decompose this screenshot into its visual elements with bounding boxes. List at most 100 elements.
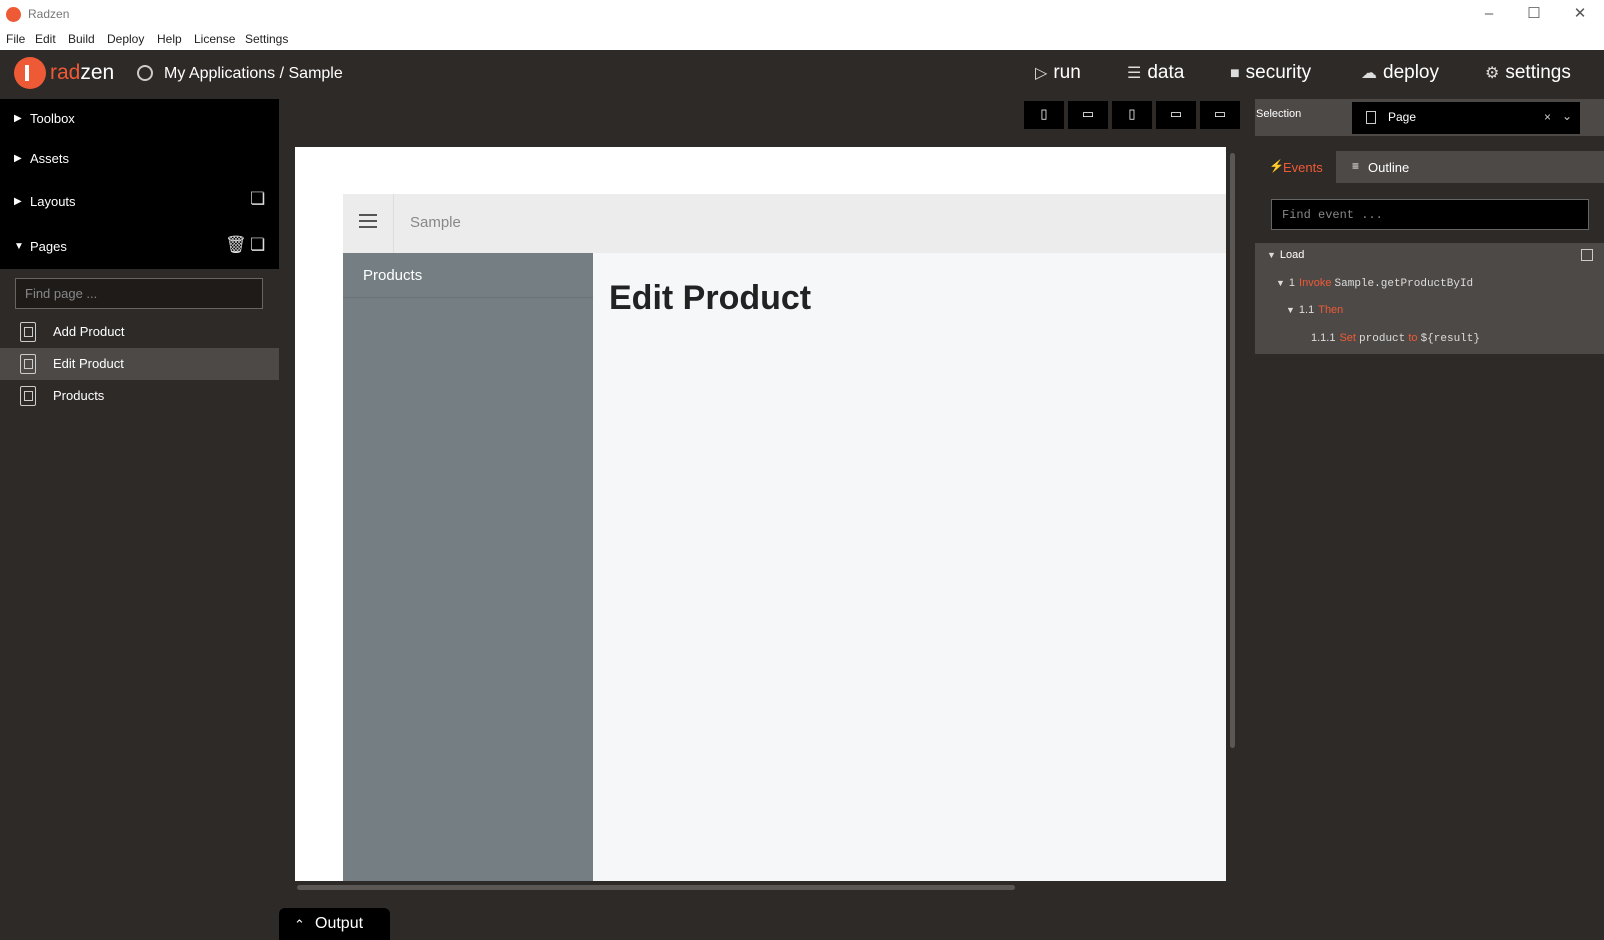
radzen-brand-icon[interactable]: [14, 57, 46, 89]
add-layout-icon[interactable]: ❏: [250, 189, 265, 209]
pages-label: Pages: [30, 239, 67, 254]
page-item-add-product[interactable]: Add Product: [0, 316, 279, 348]
menu-bar: File Edit Build Deploy Help License Sett…: [0, 29, 1604, 50]
settings-button[interactable]: ⚙ settings: [1485, 62, 1571, 84]
event-action-then[interactable]: ▼ 1.1 Then: [1286, 304, 1343, 316]
page-item-label: Edit Product: [53, 356, 124, 371]
output-label: Output: [315, 915, 364, 932]
menu-edit[interactable]: Edit: [35, 32, 56, 46]
add-page-icon[interactable]: ❏: [250, 235, 265, 255]
brand-prefix: rad: [50, 61, 81, 84]
event-action-invoke[interactable]: ▼ 1 Invoke Sample.getProductById: [1276, 277, 1473, 290]
window-titlebar: Radzen – ☐ ✕: [0, 0, 1604, 29]
dashboard-icon[interactable]: [137, 65, 153, 81]
edit-icon[interactable]: [1581, 249, 1593, 261]
selection-dropdown[interactable]: Page × ⌄: [1352, 102, 1580, 134]
event-load-label: Load: [1279, 249, 1305, 261]
assets-section-header[interactable]: ▶ Assets: [0, 139, 279, 179]
deploy-label: deploy: [1383, 62, 1439, 83]
design-canvas[interactable]: Sample Products Edit Product: [295, 147, 1226, 881]
preview-sidebar-item-label: Products: [363, 267, 423, 284]
page-icon: [20, 354, 36, 374]
minimize-icon[interactable]: –: [1467, 4, 1511, 26]
action-target: Sample.getProductById: [1334, 278, 1474, 290]
action-keyword: Set: [1339, 332, 1356, 344]
tab-outline[interactable]: ≡ Outline: [1336, 151, 1446, 183]
selection-value: Page: [1388, 110, 1417, 124]
menu-help[interactable]: Help: [157, 32, 182, 46]
event-action-set[interactable]: 1.1.1 Set product to ${result}: [1311, 332, 1480, 345]
maximize-icon[interactable]: ☐: [1512, 4, 1556, 26]
security-label: security: [1245, 62, 1312, 83]
hamburger-menu-icon[interactable]: [359, 214, 377, 230]
run-label: run: [1053, 62, 1081, 83]
action-keyword: Then: [1318, 304, 1344, 316]
set-value: ${result}: [1420, 333, 1480, 345]
lightning-icon: ⚡: [1269, 159, 1284, 173]
menu-file[interactable]: File: [6, 32, 25, 46]
pages-section-header[interactable]: ▼ Pages 🗑 ❏: [0, 223, 279, 269]
expand-icon: ▶: [14, 153, 22, 164]
menu-build[interactable]: Build: [68, 32, 95, 46]
tablet-portrait-icon[interactable]: ▯: [1112, 101, 1152, 129]
set-variable-name: product: [1359, 333, 1406, 345]
canvas-horizontal-scrollbar[interactable]: [297, 885, 1015, 890]
menu-settings[interactable]: Settings: [245, 32, 288, 46]
layouts-section-header[interactable]: ▶ Layouts ❏: [0, 179, 279, 223]
page-item-edit-product[interactable]: Edit Product: [0, 348, 279, 380]
security-button[interactable]: ■ security: [1230, 62, 1311, 84]
deploy-button[interactable]: ☁ deploy: [1361, 62, 1439, 84]
set-to-keyword: to: [1408, 332, 1418, 344]
preview-sidebar: Products: [343, 253, 593, 881]
menu-deploy[interactable]: Deploy: [107, 32, 144, 46]
left-panel: ▶ Toolbox ▶ Assets ▶ Layouts ❏ ▼ Pages 🗑…: [0, 99, 279, 940]
laptop-icon[interactable]: ▭: [1156, 101, 1196, 129]
window-title: Radzen: [28, 7, 70, 21]
clear-icon[interactable]: ×: [1544, 110, 1551, 124]
header-divider: [393, 194, 394, 253]
cloud-upload-icon: ☁: [1361, 65, 1377, 82]
output-toggle[interactable]: ⌃ Output: [279, 908, 390, 940]
page-icon: [20, 322, 36, 342]
toolbox-section-header[interactable]: ▶ Toolbox: [0, 99, 279, 139]
event-load[interactable]: ▼ Load: [1267, 249, 1304, 261]
properties-tabs: ⚡ Events ≡ Outline: [1255, 151, 1604, 183]
action-number: 1.1.1: [1311, 332, 1336, 344]
trash-icon[interactable]: 🗑: [225, 235, 247, 255]
collapse-icon: ▼: [1276, 278, 1285, 288]
collapse-icon: ▼: [1267, 250, 1276, 260]
brand-wordmark[interactable]: radzen: [50, 61, 114, 85]
play-icon: ▷: [1035, 65, 1048, 82]
tab-events[interactable]: ⚡ Events: [1255, 151, 1336, 183]
layouts-label: Layouts: [30, 194, 76, 209]
toolbox-label: Toolbox: [30, 111, 75, 126]
page-item-label: Add Product: [53, 324, 125, 339]
preview-sidebar-item-products[interactable]: Products: [343, 253, 593, 298]
breadcrumb[interactable]: My Applications / Sample: [164, 65, 343, 83]
canvas-vertical-scrollbar[interactable]: [1230, 153, 1235, 748]
preview-app-header: Sample: [343, 194, 1226, 253]
action-number: 1: [1288, 277, 1296, 289]
action-keyword: Invoke: [1299, 277, 1332, 289]
settings-label: settings: [1505, 62, 1571, 83]
chevron-down-icon[interactable]: ⌄: [1562, 109, 1572, 123]
phone-landscape-icon[interactable]: ▭: [1068, 101, 1108, 129]
radzen-logo-icon: [6, 7, 21, 22]
collapse-icon: ▼: [1286, 305, 1295, 315]
find-page-input[interactable]: [15, 278, 263, 309]
expand-icon: ▶: [14, 113, 22, 124]
page-item-products[interactable]: Products: [0, 380, 279, 412]
phone-portrait-icon[interactable]: ▯: [1024, 101, 1064, 129]
preview-main-content[interactable]: Edit Product: [593, 253, 1226, 881]
page-icon: [20, 386, 36, 406]
preview-app-name: Sample: [410, 214, 461, 231]
app-header-bar: radzen My Applications / Sample ▷ run ☰ da…: [0, 50, 1604, 99]
close-icon[interactable]: ✕: [1558, 4, 1602, 26]
desktop-icon[interactable]: ▭: [1200, 101, 1240, 129]
run-button[interactable]: ▷ run: [1035, 62, 1081, 84]
page-heading[interactable]: Edit Product: [609, 279, 811, 318]
gear-icon: ⚙: [1485, 65, 1500, 82]
menu-license[interactable]: License: [194, 32, 235, 46]
data-button[interactable]: ☰ data: [1127, 62, 1184, 84]
find-event-input[interactable]: [1271, 199, 1589, 230]
